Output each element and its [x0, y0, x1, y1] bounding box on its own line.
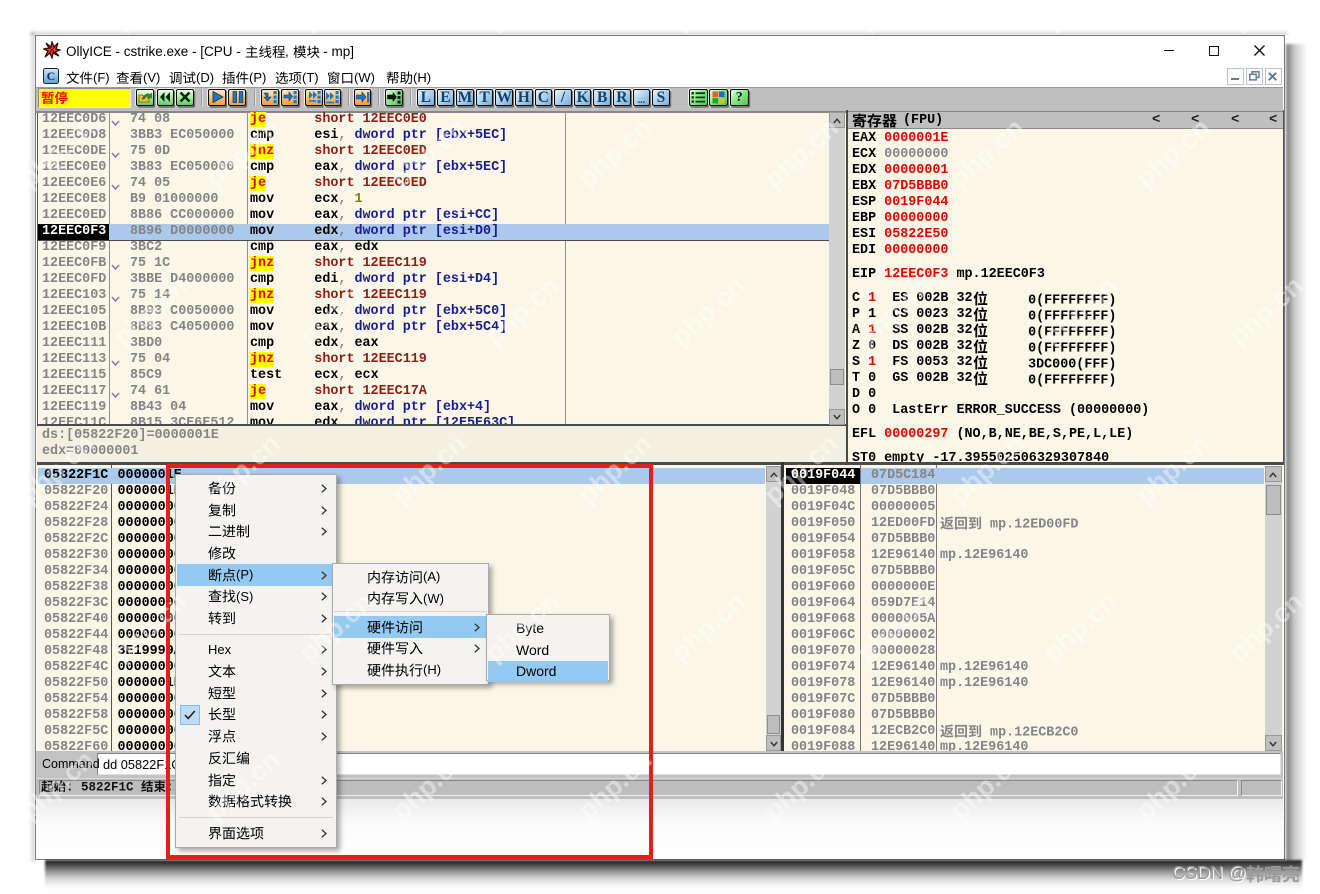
svg-text:C: C	[47, 69, 56, 83]
